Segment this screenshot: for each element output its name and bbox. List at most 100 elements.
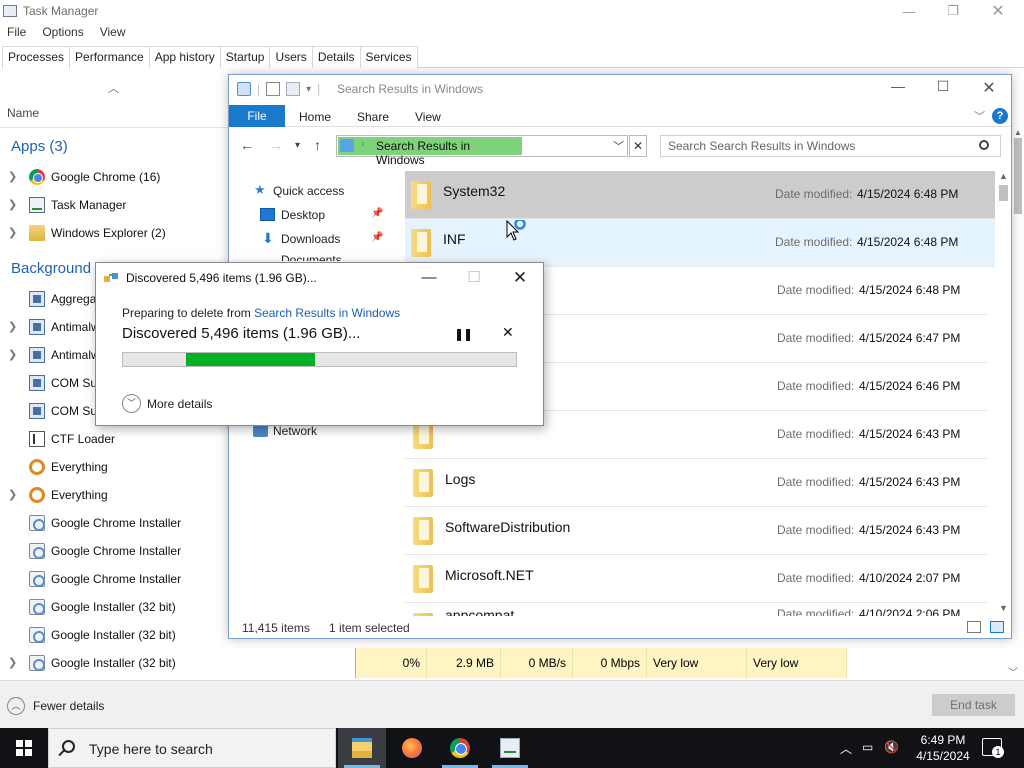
up-arrow-icon[interactable]: ↑: [314, 137, 321, 153]
clear-search-button[interactable]: ✕: [629, 135, 647, 157]
process-row[interactable]: Google Chrome Installer: [0, 509, 230, 537]
pin-icon[interactable]: 📌: [371, 208, 383, 219]
process-metrics-row[interactable]: 0% 2.9 MB 0 MB/s 0 Mbps Very low Very lo…: [355, 648, 847, 678]
pause-button[interactable]: ❚❚: [454, 327, 473, 341]
taskbar-clock[interactable]: 6:49 PM 4/15/2024: [908, 732, 978, 764]
date-modified-value: 4/15/2024 6:43 PM: [859, 523, 961, 537]
fewer-details-toggle[interactable]: ︿ Fewer details: [7, 697, 104, 715]
nav-item-quick-access[interactable]: ★ Quick access: [229, 179, 401, 203]
taskbar-task-manager[interactable]: [486, 728, 534, 768]
end-task-button[interactable]: End task: [932, 694, 1015, 716]
process-row[interactable]: Google Chrome Installer: [0, 537, 230, 565]
large-icons-view-icon[interactable]: [990, 621, 1004, 633]
file-row[interactable]: System32 Date modified: 4/15/2024 6:48 PM: [405, 171, 995, 219]
tray-overflow-chevron-icon[interactable]: ︿: [840, 740, 852, 757]
address-text: Search Results in Windows: [376, 139, 471, 167]
expand-chevron-icon[interactable]: ❯: [8, 488, 17, 501]
tab-services[interactable]: Services: [359, 46, 418, 68]
expand-chevron-icon[interactable]: ❯: [8, 320, 17, 333]
scrollbar-thumb[interactable]: [1014, 138, 1022, 214]
close-button[interactable]: ✕: [975, 0, 1021, 22]
close-button[interactable]: ✕: [497, 265, 543, 291]
tab-performance[interactable]: Performance: [69, 46, 150, 68]
minimize-button[interactable]: —: [875, 78, 921, 100]
tab-startup[interactable]: Startup: [219, 46, 271, 68]
expand-chevron-icon[interactable]: ❯: [8, 170, 17, 183]
file-row[interactable]: appcompat Date modified: 4/10/2024 2:06 PM: [405, 603, 987, 616]
taskbar-search-box[interactable]: Type here to search: [48, 728, 336, 768]
expand-chevron-icon[interactable]: ❯: [8, 656, 17, 669]
customize-dropdown-icon[interactable]: ▾: [306, 84, 311, 95]
name-column-header[interactable]: ︿ Name: [0, 70, 230, 128]
close-button[interactable]: ✕: [966, 78, 1012, 100]
address-dropdown-icon[interactable]: ﹀: [613, 138, 624, 154]
process-row[interactable]: Everything: [0, 453, 230, 481]
properties-icon[interactable]: [266, 82, 281, 96]
address-breadcrumb[interactable]: › Search Results in Windows: [338, 137, 522, 167]
tab-users[interactable]: Users: [269, 46, 313, 68]
expand-chevron-icon[interactable]: ❯: [8, 198, 17, 211]
process-row[interactable]: ❯ Windows Explorer (2): [0, 219, 230, 247]
scroll-up-arrow-icon[interactable]: ▲: [999, 171, 1008, 181]
process-row[interactable]: Google Installer (32 bit): [0, 593, 230, 621]
process-row[interactable]: ❯ Everything: [0, 481, 230, 509]
file-row[interactable]: Logs Date modified: 4/15/2024 6:43 PM: [405, 459, 987, 507]
expand-chevron-icon[interactable]: ❯: [8, 348, 17, 361]
back-arrow-icon[interactable]: ←: [240, 137, 254, 153]
process-row[interactable]: CTF Loader: [0, 425, 230, 453]
start-button[interactable]: [0, 728, 48, 768]
maximize-button[interactable]: ❐: [930, 0, 976, 22]
menu-view[interactable]: View: [92, 23, 134, 43]
windows-logo-icon: [16, 740, 32, 756]
taskbar-firefox[interactable]: [388, 728, 436, 768]
details-view-icon[interactable]: [967, 621, 981, 633]
minimize-button[interactable]: —: [406, 265, 452, 291]
expand-ribbon-icon[interactable]: ﹀: [974, 108, 985, 124]
taskbar-chrome[interactable]: [436, 728, 484, 768]
scrollbar-thumb[interactable]: [999, 185, 1008, 201]
pin-icon[interactable]: 📌: [371, 232, 383, 243]
ribbon-view-tab[interactable]: View: [415, 110, 441, 124]
file-row[interactable]: Microsoft.NET Date modified: 4/10/2024 2:0…: [405, 555, 987, 603]
taskbar-file-explorer[interactable]: [338, 728, 386, 768]
volume-muted-icon[interactable]: 🔇: [884, 740, 899, 754]
date-modified-value: 4/15/2024 6:43 PM: [859, 427, 961, 441]
menu-file[interactable]: File: [0, 23, 34, 43]
scroll-down-arrow-icon[interactable]: ▼: [999, 603, 1008, 613]
process-row[interactable]: Google Installer (32 bit): [0, 621, 230, 649]
tab-app-history[interactable]: App history: [148, 46, 221, 68]
process-row[interactable]: ❯ Google Chrome (16): [0, 163, 230, 191]
forward-arrow-icon[interactable]: →: [269, 137, 283, 153]
tab-details[interactable]: Details: [311, 46, 361, 68]
process-row[interactable]: ❯ Google Installer (32 bit): [0, 649, 230, 677]
ribbon-share-tab[interactable]: Share: [357, 110, 389, 124]
file-row[interactable]: INF Date modified: 4/15/2024 6:48 PM: [405, 219, 995, 267]
file-row[interactable]: SoftwareDistribution Date modified: 4/15/2…: [405, 507, 987, 555]
file-list-scrollbar[interactable]: ▲ ▼: [996, 171, 1011, 616]
nav-item-desktop[interactable]: Desktop 📌: [229, 203, 401, 227]
menu-options[interactable]: Options: [34, 23, 91, 43]
search-input[interactable]: Search Search Results in Windows: [660, 135, 1001, 157]
ribbon-file-tab[interactable]: File: [229, 105, 285, 127]
minimize-button[interactable]: —: [886, 0, 932, 22]
nav-item-downloads[interactable]: ⬇ Downloads 📌: [229, 227, 401, 251]
scroll-down-arrow-icon[interactable]: ﹀: [1008, 664, 1018, 679]
scroll-up-arrow-icon[interactable]: ▲: [1014, 128, 1022, 137]
process-row[interactable]: Google Chrome Installer: [0, 565, 230, 593]
notification-center-icon[interactable]: 1: [982, 738, 1004, 758]
maximize-button[interactable]: ☐: [920, 78, 966, 100]
nav-item-documents[interactable]: Documents: [229, 251, 401, 261]
network-tray-icon[interactable]: ▭: [862, 740, 873, 754]
help-icon[interactable]: ?: [992, 108, 1008, 124]
tab-processes[interactable]: Processes: [2, 46, 71, 69]
recent-dropdown-icon[interactable]: ▾: [295, 140, 300, 151]
more-details-toggle[interactable]: ﹀ More details: [122, 394, 212, 413]
source-location-link[interactable]: Search Results in Windows: [254, 306, 400, 320]
expand-chevron-icon[interactable]: ❯: [8, 226, 17, 239]
cancel-operation-button[interactable]: ✕: [502, 324, 514, 341]
new-folder-icon[interactable]: [286, 82, 301, 96]
address-bar[interactable]: › Search Results in Windows ﹀: [336, 135, 628, 167]
ribbon-home-tab[interactable]: Home: [299, 110, 331, 124]
process-row[interactable]: ❯ Task Manager: [0, 191, 230, 219]
task-manager-scrollbar[interactable]: ▲: [1012, 128, 1024, 658]
